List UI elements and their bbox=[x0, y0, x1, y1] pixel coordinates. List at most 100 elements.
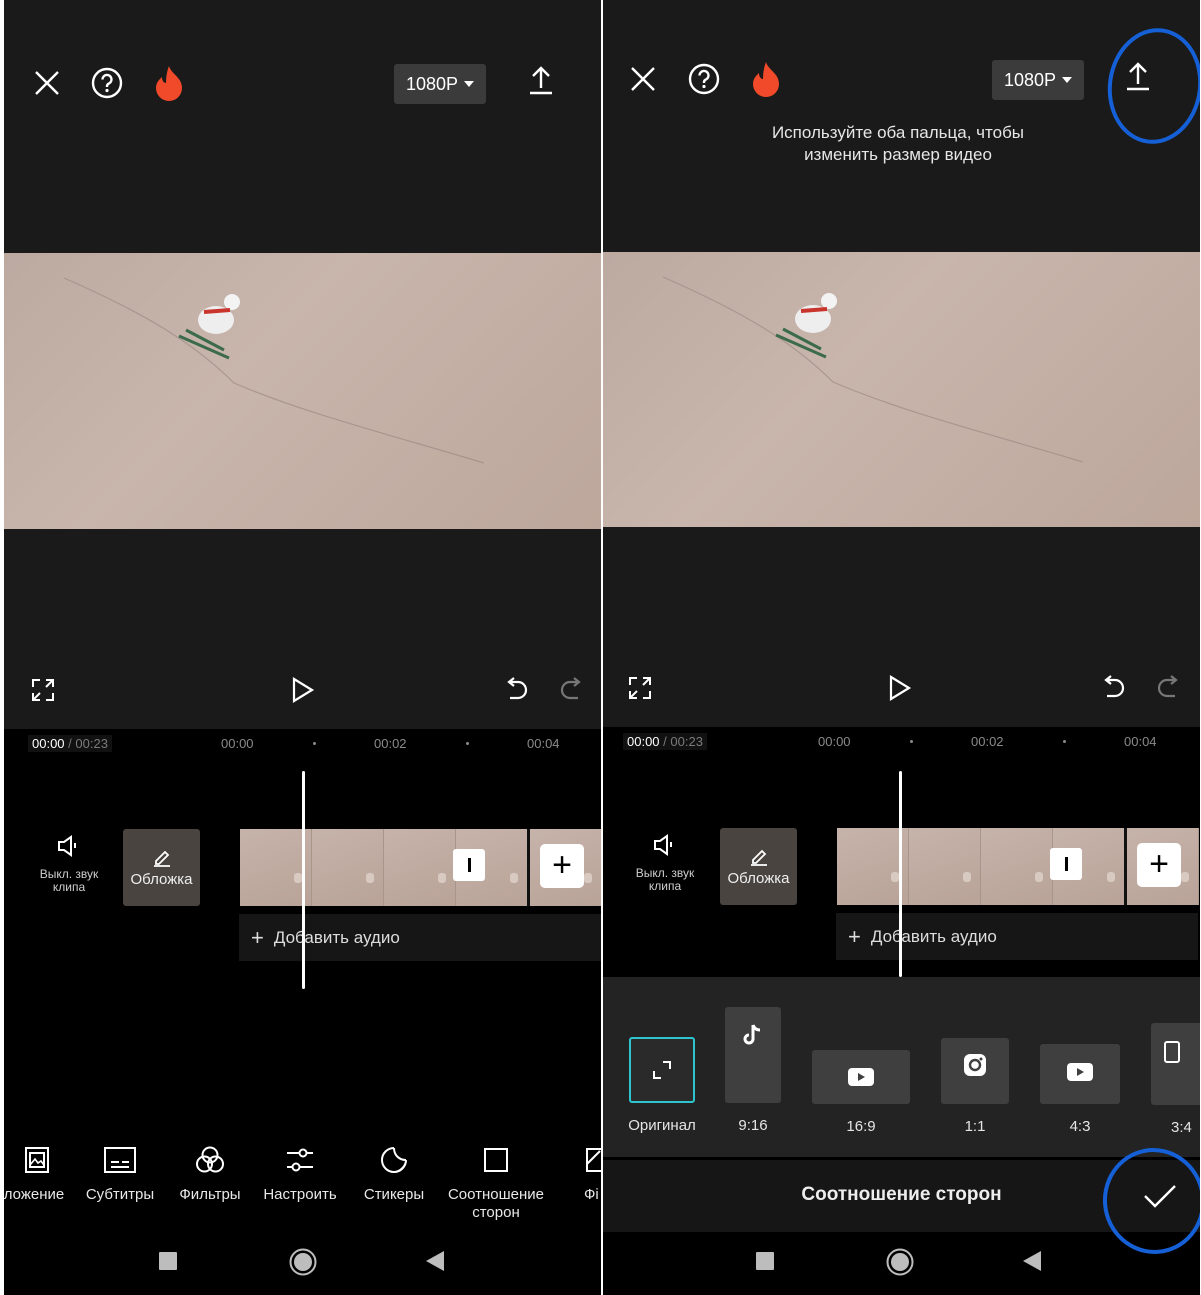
resolution-label: 1080P bbox=[406, 73, 459, 94]
clip-thumbnail bbox=[981, 828, 1053, 905]
cover-button[interactable]: Обложка bbox=[720, 828, 797, 905]
fullscreen-icon[interactable] bbox=[625, 673, 655, 703]
tool-label: Соотношение сторон bbox=[447, 1186, 545, 1221]
undo-icon[interactable] bbox=[502, 675, 532, 705]
resolution-label: 1080P bbox=[1004, 69, 1057, 90]
effects-icon bbox=[584, 1140, 601, 1180]
time-tick: 00:02 bbox=[374, 736, 407, 751]
mute-clip-label: Выкл. звук клипа bbox=[39, 867, 99, 894]
speaker-icon bbox=[30, 834, 108, 860]
mute-clip-label: Выкл. звук клипа bbox=[635, 866, 695, 893]
undo-icon[interactable] bbox=[1099, 673, 1129, 703]
ratio-16-9[interactable]: 16:9 bbox=[812, 1050, 910, 1135]
tick-dot bbox=[910, 740, 913, 743]
android-nav-bar bbox=[4, 1232, 601, 1295]
ratio-3-4[interactable]: 3:4 bbox=[1151, 1023, 1200, 1136]
adjust-icon bbox=[258, 1140, 342, 1180]
home-icon[interactable] bbox=[886, 1248, 914, 1281]
pencil-icon bbox=[153, 850, 170, 867]
aspect-ratio-icon bbox=[442, 1140, 550, 1180]
top-bar: 1080P Используйте оба пальца, чтобы изме… bbox=[603, 0, 1200, 253]
help-icon[interactable] bbox=[687, 62, 721, 96]
youtube-icon bbox=[812, 1050, 910, 1104]
time-readout: 00:00 / 00:23 bbox=[623, 733, 707, 750]
add-clip-button[interactable]: + bbox=[1137, 843, 1181, 887]
playhead[interactable] bbox=[899, 771, 902, 977]
help-icon[interactable] bbox=[90, 66, 124, 100]
tool-overlay[interactable]: ложение bbox=[4, 1140, 68, 1204]
ratio-label: 9:16 bbox=[738, 1117, 768, 1134]
fire-icon[interactable] bbox=[152, 64, 186, 102]
tick-dot bbox=[313, 742, 316, 745]
time-tick: 00:04 bbox=[1124, 734, 1157, 749]
tool-stickers[interactable]: Стикеры bbox=[356, 1140, 432, 1204]
phone-portrait-icon bbox=[1151, 1023, 1200, 1105]
instagram-icon bbox=[941, 1038, 1009, 1104]
mute-clip-button[interactable]: Выкл. звук клипа bbox=[626, 833, 704, 893]
speaker-icon bbox=[626, 833, 704, 859]
ratio-9-16[interactable]: 9:16 bbox=[725, 1007, 781, 1134]
tool-filters[interactable]: Фильтры bbox=[172, 1140, 248, 1204]
play-icon[interactable] bbox=[885, 673, 915, 703]
android-nav-bar bbox=[603, 1232, 1200, 1295]
recents-icon[interactable] bbox=[159, 1252, 177, 1275]
polar-bear-skier-figure bbox=[178, 294, 240, 360]
export-icon[interactable] bbox=[524, 62, 558, 98]
recents-icon[interactable] bbox=[756, 1252, 774, 1275]
tick-dot bbox=[466, 742, 469, 745]
tool-adjust[interactable]: Настроить bbox=[258, 1140, 342, 1204]
play-icon[interactable] bbox=[288, 675, 318, 705]
video-preview[interactable] bbox=[603, 252, 1200, 527]
editor-screen-left: 1080P 00:00 / 00:23 00:00 00:02 00:04 Вы… bbox=[4, 0, 601, 1295]
resolution-button[interactable]: 1080P bbox=[992, 60, 1085, 100]
add-audio-plus-icon: + bbox=[848, 923, 861, 949]
split-clip-button[interactable] bbox=[453, 849, 485, 881]
resolution-button[interactable]: 1080P bbox=[394, 64, 487, 104]
playhead[interactable] bbox=[302, 771, 305, 989]
clip-thumbnail bbox=[384, 829, 456, 906]
time-tick: 00:04 bbox=[527, 736, 560, 751]
top-bar: 1080P bbox=[4, 0, 601, 253]
add-audio-button[interactable]: + Добавить аудио bbox=[836, 913, 1198, 960]
cover-label: Обложка bbox=[727, 870, 790, 887]
tool-label: Настроить bbox=[263, 1186, 337, 1203]
ratio-label: 1:1 bbox=[964, 1118, 986, 1135]
video-preview[interactable] bbox=[4, 253, 601, 529]
subtitles-icon bbox=[80, 1140, 160, 1180]
redo-icon[interactable] bbox=[1153, 673, 1183, 703]
total-time: / 00:23 bbox=[663, 734, 703, 749]
tool-label: Стикеры bbox=[363, 1186, 425, 1203]
ratio-4-3[interactable]: 4:3 bbox=[1040, 1044, 1120, 1135]
tool-effects[interactable]: Фі bbox=[584, 1140, 601, 1204]
fullscreen-icon[interactable] bbox=[28, 675, 58, 705]
caret-down-icon bbox=[464, 81, 475, 87]
cover-label: Обложка bbox=[130, 871, 193, 888]
redo-icon[interactable] bbox=[556, 675, 586, 705]
fire-icon[interactable] bbox=[749, 60, 783, 98]
back-icon[interactable] bbox=[426, 1251, 444, 1276]
bottom-toolbar: ложение Субтитры Фильтры Настроить Стике… bbox=[4, 1140, 601, 1230]
tool-aspect-ratio[interactable]: Соотношение сторон bbox=[442, 1140, 550, 1222]
tool-subtitles[interactable]: Субтитры bbox=[80, 1140, 160, 1204]
add-audio-button[interactable]: + Добавить аудио bbox=[239, 914, 601, 961]
split-clip-button[interactable] bbox=[1050, 848, 1082, 880]
editor-screen-right: 1080P Используйте оба пальца, чтобы изме… bbox=[603, 0, 1200, 1295]
cover-button[interactable]: Обложка bbox=[123, 829, 200, 906]
youtube-icon bbox=[1040, 1044, 1120, 1104]
playback-controls bbox=[603, 527, 1200, 727]
ratio-1-1[interactable]: 1:1 bbox=[941, 1038, 1009, 1135]
caret-down-icon bbox=[1062, 77, 1073, 83]
add-audio-label: Добавить аудио bbox=[273, 927, 400, 947]
mute-clip-button[interactable]: Выкл. звук клипа bbox=[30, 834, 108, 894]
close-icon[interactable] bbox=[626, 62, 660, 96]
home-icon[interactable] bbox=[289, 1248, 317, 1281]
close-icon[interactable] bbox=[30, 66, 64, 100]
polar-bear-skier-figure bbox=[775, 293, 837, 359]
back-icon[interactable] bbox=[1023, 1251, 1041, 1276]
ratio-original[interactable]: Оригинал bbox=[624, 1037, 700, 1134]
aspect-ratio-panel: Оригинал 9:16 16:9 1:1 4:3 3:4 bbox=[603, 977, 1200, 1157]
add-clip-button[interactable]: + bbox=[540, 844, 584, 888]
tool-label: ложение bbox=[4, 1186, 65, 1203]
ratio-label: 3:4 bbox=[1171, 1119, 1192, 1136]
add-audio-plus-icon: + bbox=[251, 924, 264, 950]
